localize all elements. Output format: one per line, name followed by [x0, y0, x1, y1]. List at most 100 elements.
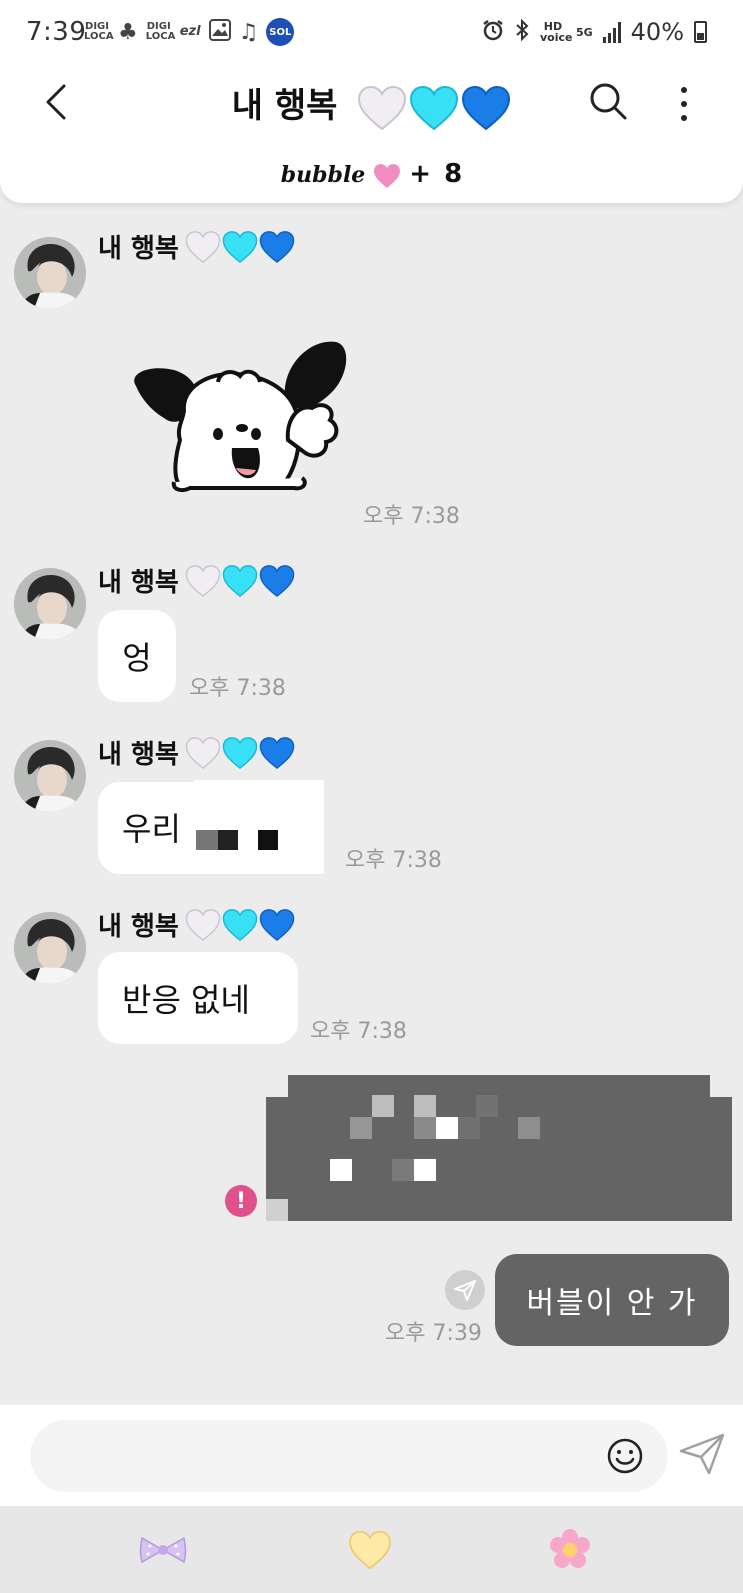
flower-icon[interactable] [544, 1524, 596, 1576]
cyan-heart-icon [222, 908, 258, 941]
dog-sticker[interactable] [118, 330, 358, 510]
sender-name: 내 행복 [98, 562, 295, 599]
send-icon[interactable] [679, 1433, 725, 1475]
heart-emojis [185, 230, 295, 264]
sender-avatar[interactable] [14, 740, 86, 812]
blue-heart-icon [259, 564, 295, 597]
gallery-icon [208, 19, 231, 45]
message-bubble[interactable]: 엉 [98, 610, 176, 702]
message-time: 오후 7:38 [363, 504, 460, 529]
censored-pixel [476, 1095, 498, 1117]
sender-name: 내 행복 [98, 906, 295, 943]
cyan-heart-icon [222, 736, 258, 769]
cyan-heart-icon [222, 230, 258, 263]
search-icon[interactable] [588, 80, 628, 124]
digiloca-icon: DIGI LOCA [84, 21, 114, 42]
battery-icon [694, 21, 707, 43]
censored-pixel [350, 1117, 372, 1139]
censored-pixel [372, 1095, 394, 1117]
blue-heart-icon [259, 736, 295, 769]
message-time: 오후 7:38 [345, 848, 442, 873]
cyan-heart-icon [410, 85, 459, 130]
blue-heart-icon [259, 230, 295, 263]
sender-name-text: 내 행복 [98, 568, 179, 598]
bubble-count: 8 [444, 159, 463, 189]
blue-heart-icon [462, 85, 511, 130]
sender-name-text: 내 행복 [98, 912, 179, 942]
sender-avatar[interactable] [14, 568, 86, 640]
censored-pixel [258, 830, 278, 850]
censored-pixel [414, 1117, 436, 1139]
heart-emojis [357, 85, 511, 131]
white-heart-icon [185, 736, 221, 769]
censored-pixel [518, 1117, 540, 1139]
send-failed-icon[interactable]: ! [225, 1185, 257, 1217]
heart-emojis [185, 908, 295, 942]
white-heart-icon [185, 230, 221, 263]
sol-bank-icon: SOL [266, 18, 295, 46]
heart-emojis [185, 564, 295, 598]
message-input[interactable] [30, 1420, 668, 1492]
censored-pixel [266, 1199, 288, 1221]
message-text: 엉 [122, 639, 152, 677]
censored-pixel [196, 830, 218, 850]
chat-header: 내 행복 bubble + 8 [0, 66, 743, 203]
hd-voice-icon: HD voice [539, 20, 573, 44]
bubble-brand: bubble [280, 162, 366, 188]
message-text: 우리 [122, 810, 181, 848]
message-time: 오후 7:38 [189, 676, 286, 701]
white-heart-icon [185, 908, 221, 941]
blue-heart-icon [259, 908, 295, 941]
censored-pixel [330, 1159, 352, 1181]
sender-name-text: 내 행복 [98, 234, 179, 264]
more-options-icon[interactable] [677, 84, 691, 124]
message-text: 반응 없네 [122, 981, 250, 1019]
heart-emojis [185, 736, 295, 770]
censored-pixel [414, 1095, 436, 1117]
chat-title-text: 내 행복 [231, 86, 338, 126]
message-time: 오후 7:38 [310, 1019, 407, 1044]
censored-pixel [218, 830, 238, 850]
censored-pixel [436, 1117, 458, 1139]
censored-pixel [458, 1117, 480, 1139]
sender-avatar[interactable] [14, 237, 86, 309]
sender-avatar[interactable] [14, 912, 86, 984]
ezl-icon: ezl [179, 24, 201, 39]
signal-icon [602, 21, 621, 43]
network-5g-icon: 5G [575, 25, 593, 39]
emoji-icon[interactable] [607, 1438, 643, 1474]
outgoing-message-bubble[interactable]: 버블이 안 가 [495, 1254, 729, 1346]
paper-plane-status-icon [445, 1270, 485, 1310]
chat-title: 내 행복 [0, 78, 743, 131]
message-bubble[interactable]: 우리 [98, 780, 324, 874]
sender-name: 내 행복 [98, 734, 295, 771]
alarm-icon [482, 19, 504, 45]
cyan-heart-icon [222, 564, 258, 597]
censored-pixel [710, 1075, 732, 1097]
bow-icon[interactable] [137, 1524, 189, 1576]
censored-pixel [414, 1159, 436, 1181]
white-heart-icon [358, 85, 407, 130]
censored-block [194, 780, 324, 874]
pet-icon: ♣ [118, 19, 138, 45]
white-heart-icon [185, 564, 221, 597]
music-app-icon: ♫ [238, 19, 259, 45]
censored-outgoing-message[interactable] [266, 1075, 732, 1221]
bubble-status[interactable]: bubble + 8 [0, 159, 743, 189]
message-text: 버블이 안 가 [526, 1286, 698, 1321]
status-time: 7:39 [26, 17, 87, 47]
message-time: 오후 7:39 [385, 1321, 482, 1346]
sender-name-text: 내 행복 [98, 740, 179, 770]
notification-icons: DIGI LOCA ♣ DIGI LOCA ezl ♫ SOL [84, 18, 295, 46]
censored-pixel [266, 1075, 288, 1097]
heart-icon[interactable] [344, 1524, 396, 1576]
message-input-bar [0, 1405, 743, 1506]
system-icons: HD voice 5G 40% [482, 18, 707, 46]
sender-name: 내 행복 [98, 228, 295, 265]
pink-heart-icon [374, 164, 401, 188]
bluetooth-icon [514, 18, 530, 46]
bubble-plus: + [409, 159, 432, 189]
message-bubble[interactable]: 반응 없네 [98, 952, 298, 1044]
digiloca-icon: DIGI LOCA [145, 21, 176, 42]
censored-pixel [392, 1159, 414, 1181]
